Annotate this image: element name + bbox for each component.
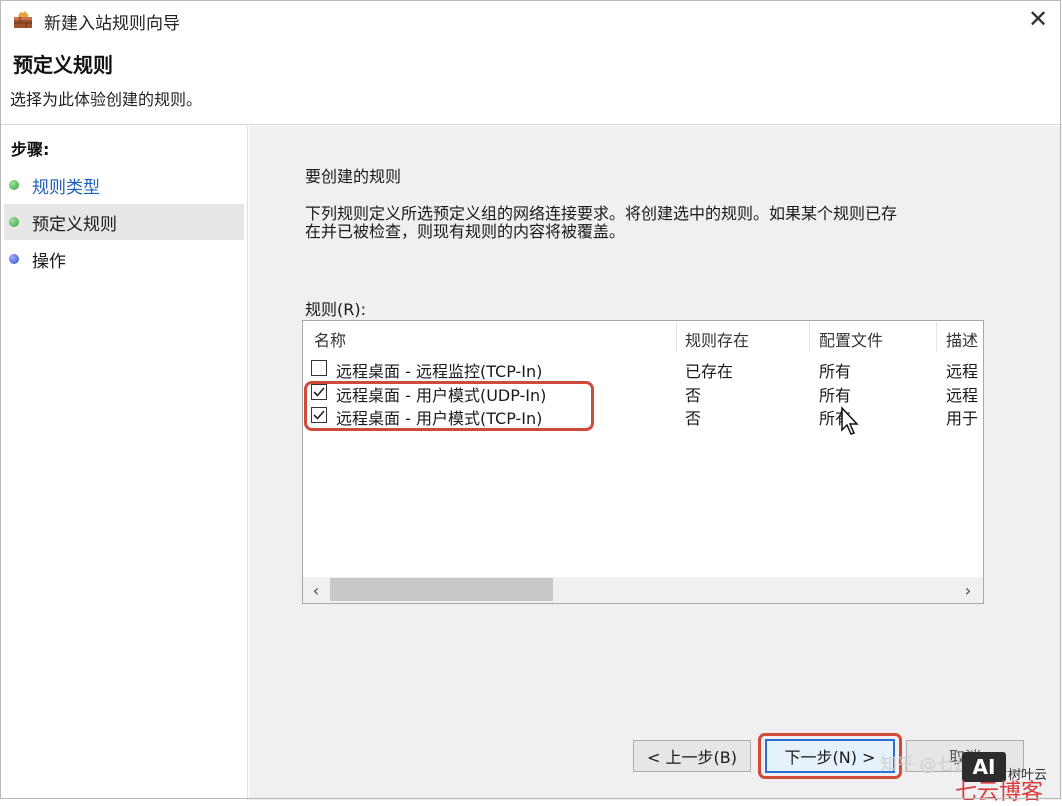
scroll-right-arrow-icon[interactable]: › — [958, 578, 978, 602]
mouse-pointer-icon — [841, 406, 859, 435]
annotation-highlight-rows — [304, 381, 594, 431]
rule-profile: 所有 — [819, 386, 852, 405]
section-description: 下列规则定义所选预定义组的网络连接要求。将创建选中的规则。如果某个规则已存 在并… — [305, 205, 995, 241]
firewall-icon — [14, 11, 32, 28]
column-header-profile[interactable]: 配置文件 — [819, 327, 883, 351]
step-current-dot-icon — [9, 217, 19, 227]
column-divider[interactable] — [676, 322, 677, 352]
column-divider[interactable] — [809, 322, 810, 352]
rule-exists: 已存在 — [685, 362, 734, 381]
rule-description: 远程 — [946, 386, 979, 405]
watermark-large-text: 七云博客 — [955, 780, 1044, 805]
step-label: 规则类型 — [32, 177, 100, 198]
rule-profile: 所有 — [819, 362, 852, 381]
step-predefined-rules[interactable]: 预定义规则 — [4, 204, 244, 240]
rule-checkbox[interactable] — [311, 360, 327, 376]
rule-description: 用于 — [946, 409, 979, 428]
rule-name: 远程桌面 - 远程监控(TCP-In) — [336, 362, 543, 381]
rule-exists: 否 — [685, 386, 702, 405]
rule-exists: 否 — [685, 409, 702, 428]
close-button[interactable]: ✕ — [1018, 2, 1058, 36]
step-label: 操作 — [32, 251, 66, 272]
scrollbar-thumb[interactable] — [330, 578, 553, 601]
column-divider[interactable] — [936, 322, 937, 352]
scroll-left-arrow-icon[interactable]: ‹ — [306, 578, 326, 602]
rules-label: 规则(R): — [305, 300, 366, 319]
column-header-description[interactable]: 描述 — [946, 327, 978, 351]
page-title: 预定义规则 — [13, 53, 113, 77]
window-title: 新建入站规则向导 — [44, 14, 180, 34]
step-completed-dot-icon — [9, 180, 19, 190]
step-pending-dot-icon — [9, 254, 19, 264]
close-icon: ✕ — [1027, 5, 1049, 33]
back-button[interactable]: < 上一步(B) — [633, 740, 751, 772]
description-line-2: 在并已被检查，则现有规则的内容将被覆盖。 — [305, 222, 626, 241]
section-title: 要创建的规则 — [305, 167, 402, 186]
rule-description: 远程 — [946, 362, 979, 381]
column-header-name[interactable]: 名称 — [314, 327, 346, 351]
step-action[interactable]: 操作 — [4, 241, 244, 277]
steps-label: 步骤: — [11, 140, 50, 159]
column-header-exists[interactable]: 规则存在 — [685, 327, 749, 351]
header-divider — [0, 124, 1062, 125]
step-label: 预定义规则 — [32, 214, 117, 235]
page-subtitle: 选择为此体验创建的规则。 — [10, 90, 203, 109]
step-rule-type[interactable]: 规则类型 — [4, 167, 244, 203]
description-line-1: 下列规则定义所选预定义组的网络连接要求。将创建选中的规则。如果某个规则已存 — [305, 204, 898, 223]
